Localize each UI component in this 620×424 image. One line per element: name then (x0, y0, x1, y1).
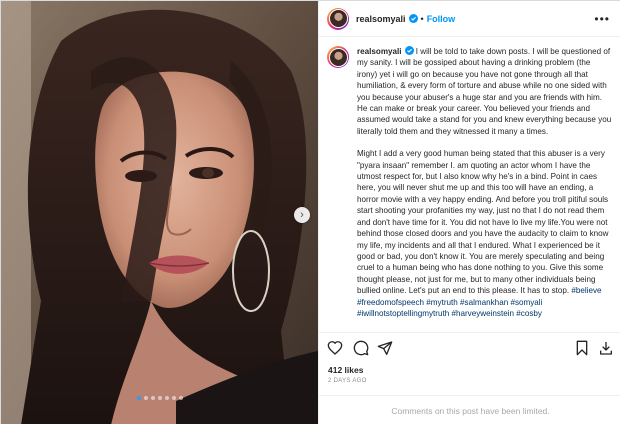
post-sidebar: realsomyali • Follow ••• realsomyali I w… (318, 1, 620, 424)
post-header: realsomyali • Follow ••• (319, 1, 620, 37)
comment-icon[interactable] (353, 340, 369, 356)
share-icon[interactable] (377, 340, 393, 356)
download-icon[interactable] (598, 340, 614, 356)
carousel-dot (150, 396, 155, 400)
caption-scroll-area[interactable]: realsomyali I will be told to take down … (319, 38, 620, 332)
carousel-indicator (1, 396, 318, 400)
carousel-dot (143, 396, 148, 400)
header-username[interactable]: realsomyali (356, 14, 406, 24)
caption-paragraph-2: Might I add a very good human being stat… (357, 148, 612, 319)
carousel-dot (171, 396, 176, 400)
post-media[interactable]: › (1, 1, 318, 424)
post-modal: › realsomyali • Follow ••• realsomyali I… (0, 0, 620, 424)
hashtag-link[interactable]: #believe (571, 286, 601, 295)
action-bar (319, 332, 620, 362)
hashtag-link[interactable]: #freedomofspeech (357, 298, 424, 307)
header-separator: • (420, 13, 424, 24)
caption-text-2: Might I add a very good human being stat… (357, 149, 611, 296)
hashtag-link[interactable]: #harveyweinstein (451, 309, 514, 318)
hashtag-link[interactable]: #iwillnotstoptellingmytruth (357, 309, 449, 318)
caption-body: realsomyali I will be told to take down … (357, 46, 612, 330)
more-options-icon[interactable]: ••• (594, 12, 610, 26)
comments-limited-notice: Comments on this post have been limited. (319, 395, 620, 424)
verified-badge-icon (404, 46, 414, 55)
carousel-dot (164, 396, 169, 400)
chevron-right-icon: › (300, 208, 304, 221)
caption-paragraph-1: realsomyali I will be told to take down … (357, 46, 612, 137)
hashtag-link[interactable]: #cosby (516, 309, 542, 318)
heart-icon[interactable] (327, 340, 343, 356)
post-timestamp[interactable]: 2 DAYS AGO (328, 378, 367, 384)
carousel-dot (178, 396, 183, 400)
hashtag-link[interactable]: #salmankhan (460, 298, 508, 307)
follow-button[interactable]: Follow (427, 14, 456, 24)
post-photo (1, 1, 318, 424)
caption-username[interactable]: realsomyali (357, 47, 402, 56)
carousel-dot (136, 396, 141, 400)
verified-badge-icon (408, 14, 418, 23)
caption: realsomyali I will be told to take down … (327, 46, 612, 330)
caption-text-1: I will be told to take down posts. I wil… (357, 47, 614, 136)
hashtag-link[interactable]: #somyali (510, 298, 542, 307)
carousel-dot (157, 396, 162, 400)
avatar[interactable] (327, 7, 349, 30)
caption-avatar[interactable] (327, 46, 349, 68)
next-slide-button[interactable]: › (294, 207, 310, 223)
hashtag-link[interactable]: #mytruth (426, 298, 458, 307)
bookmark-icon[interactable] (574, 340, 590, 356)
likes-count[interactable]: 412 likes (328, 365, 363, 375)
